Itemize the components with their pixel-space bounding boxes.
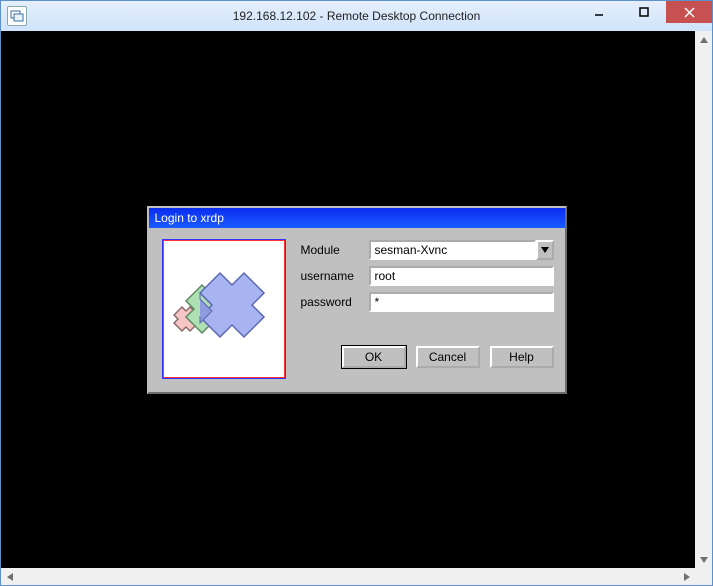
dialog-buttons: OK Cancel Help — [301, 346, 554, 368]
scroll-up-icon[interactable] — [695, 31, 712, 48]
close-button[interactable] — [666, 1, 712, 23]
xrdp-titlebar[interactable]: Login to xrdp — [149, 208, 565, 228]
minimize-button[interactable] — [576, 1, 621, 23]
help-button[interactable]: Help — [490, 346, 554, 368]
scroll-left-icon[interactable] — [1, 568, 18, 585]
rdc-app-icon — [7, 6, 27, 26]
module-row: Module — [301, 240, 554, 260]
remote-session-area: Login to xrdp — [1, 31, 712, 568]
horizontal-scrollbar[interactable] — [1, 568, 712, 585]
scroll-corner — [695, 568, 712, 585]
scroll-track[interactable] — [695, 48, 712, 551]
ok-button[interactable]: OK — [342, 346, 406, 368]
chevron-down-icon[interactable] — [536, 240, 554, 260]
xrdp-login-dialog: Login to xrdp — [147, 206, 567, 394]
xrdp-form: Module username password — [301, 240, 554, 378]
cancel-button[interactable]: Cancel — [416, 346, 480, 368]
scroll-down-icon[interactable] — [695, 551, 712, 568]
username-input[interactable] — [369, 266, 554, 286]
module-label: Module — [301, 243, 369, 257]
password-input[interactable] — [369, 292, 554, 312]
scroll-right-icon[interactable] — [678, 568, 695, 585]
vertical-scrollbar[interactable] — [695, 31, 712, 568]
username-label: username — [301, 269, 369, 283]
username-row: username — [301, 266, 554, 286]
maximize-button[interactable] — [621, 1, 666, 23]
xrdp-logo-icon — [163, 240, 285, 378]
module-select-value[interactable] — [369, 240, 536, 260]
rdc-titlebar[interactable]: 192.168.12.102 - Remote Desktop Connecti… — [1, 1, 712, 31]
scroll-track[interactable] — [18, 568, 678, 585]
xrdp-title: Login to xrdp — [155, 211, 224, 225]
xrdp-body: Module username password — [149, 228, 565, 392]
password-row: password — [301, 292, 554, 312]
window-controls — [576, 1, 712, 23]
module-select[interactable] — [369, 240, 554, 260]
rdc-window: 192.168.12.102 - Remote Desktop Connecti… — [0, 0, 713, 586]
password-label: password — [301, 295, 369, 309]
